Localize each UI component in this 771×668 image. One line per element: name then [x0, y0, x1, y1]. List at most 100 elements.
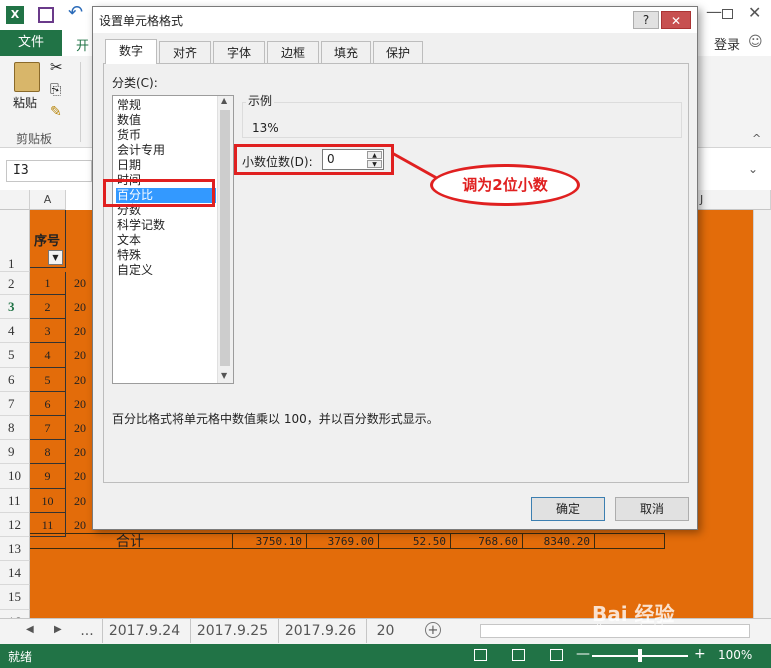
row-header[interactable]: 5 — [0, 343, 30, 368]
scroll-thumb[interactable] — [220, 110, 230, 366]
tab-2[interactable]: 字体 — [213, 41, 265, 64]
sheet-tab-partial[interactable]: 20 — [366, 619, 404, 643]
total-cell-1[interactable]: 3750.10 — [232, 534, 307, 549]
ok-button[interactable]: 确定 — [531, 497, 605, 521]
total-cell-2[interactable]: 3769.00 — [307, 534, 379, 549]
paste-button[interactable]: 粘贴 — [13, 94, 37, 111]
partial-date-cell[interactable]: 20 — [74, 513, 86, 537]
seq-cell[interactable]: 3 — [30, 319, 66, 344]
seq-cell[interactable]: 9 — [30, 464, 66, 489]
category-item[interactable]: 文本 — [116, 233, 216, 248]
cut-icon[interactable]: ✂ — [50, 58, 63, 76]
sheet-tab-2017-9-26[interactable]: 2017.9.26 — [278, 619, 362, 643]
row-header[interactable]: 4 — [0, 319, 30, 344]
seq-header-cell[interactable]: 序号 ▼ — [30, 210, 66, 268]
total-cell-3[interactable]: 52.50 — [379, 534, 451, 549]
partial-date-cell[interactable]: 20 — [74, 319, 86, 343]
page-layout-icon[interactable] — [512, 649, 525, 661]
category-scrollbar[interactable]: ▲ ▼ — [217, 96, 233, 383]
normal-view-icon[interactable] — [474, 649, 487, 661]
row-header[interactable]: 7 — [0, 391, 30, 416]
next-sheet-icon[interactable]: ▶ — [54, 624, 62, 635]
seq-cell[interactable]: 5 — [30, 367, 66, 392]
file-tab[interactable]: 文件 — [0, 30, 62, 56]
scroll-down-icon[interactable]: ▼ — [221, 371, 227, 380]
tab-3[interactable]: 边框 — [267, 41, 319, 64]
cancel-button[interactable]: 取消 — [615, 497, 689, 521]
category-item[interactable]: 科学记数 — [116, 218, 216, 233]
partial-date-cell[interactable]: 20 — [74, 416, 86, 440]
category-item[interactable]: 常规 — [116, 98, 216, 113]
row-header[interactable]: 10 — [0, 464, 30, 489]
category-item[interactable]: 会计专用 — [116, 143, 216, 158]
close-icon[interactable]: ✕ — [748, 3, 761, 22]
add-sheet-icon[interactable]: + — [425, 622, 441, 638]
category-list[interactable]: 常规 数值 货币 会计专用 日期 时间 百分比 分数 科学记数 文本 特殊 自定义 ▲ ▼ — [112, 95, 234, 384]
row-header[interactable]: 6 — [0, 367, 30, 392]
column-header-a[interactable]: A — [30, 190, 66, 210]
maximize-icon[interactable] — [722, 9, 733, 19]
name-box[interactable]: I3 — [6, 160, 92, 182]
row-header[interactable]: 14 — [0, 561, 30, 586]
category-item[interactable]: 数值 — [116, 113, 216, 128]
total-cell-6[interactable] — [595, 534, 665, 549]
sheet-tab-more[interactable]: ... — [76, 619, 98, 643]
seq-cell[interactable]: 2 — [30, 295, 66, 320]
row-header[interactable]: 13 — [0, 537, 30, 562]
category-item[interactable]: 货币 — [116, 128, 216, 143]
vertical-scrollbar[interactable] — [753, 210, 771, 618]
row-header[interactable]: 11 — [0, 488, 30, 513]
save-icon[interactable] — [38, 7, 54, 23]
row-header[interactable]: 2 — [0, 272, 30, 295]
seq-cell[interactable]: 1 — [30, 272, 66, 295]
category-item[interactable]: 自定义 — [116, 263, 216, 278]
zoom-out-icon[interactable]: — — [576, 646, 590, 662]
zoom-slider-thumb[interactable] — [638, 649, 642, 662]
total-cell-4[interactable]: 768.60 — [451, 534, 523, 549]
prev-sheet-icon[interactable]: ◀ — [26, 624, 34, 635]
tab-5[interactable]: 保护 — [373, 41, 423, 64]
seq-cell[interactable]: 10 — [30, 488, 66, 513]
help-button[interactable]: ? — [633, 11, 659, 29]
partial-date-cell[interactable]: 20 — [74, 489, 86, 513]
sheet-tab-2017-9-24[interactable]: 2017.9.24 — [102, 619, 186, 643]
row-header[interactable]: 3 — [0, 295, 30, 320]
row-header[interactable]: 15 — [0, 585, 30, 610]
paste-icon[interactable] — [14, 62, 40, 92]
dialog-close-button[interactable]: ✕ — [661, 11, 691, 29]
ribbon-collapse-icon[interactable]: ^ — [752, 132, 761, 145]
tab-1[interactable]: 对齐 — [159, 41, 211, 64]
partial-date-cell[interactable]: 20 — [74, 343, 86, 367]
tab-4[interactable]: 填充 — [321, 41, 371, 64]
row-header[interactable]: 9 — [0, 440, 30, 465]
seq-cell[interactable]: 4 — [30, 343, 66, 368]
copy-icon[interactable]: ⎘ — [50, 82, 61, 98]
page-break-icon[interactable] — [550, 649, 563, 661]
partial-date-cell[interactable]: 20 — [74, 464, 86, 488]
column-header-j[interactable]: J — [698, 190, 771, 210]
partial-date-cell[interactable]: 20 — [74, 295, 86, 319]
seq-cell[interactable]: 7 — [30, 416, 66, 441]
category-item[interactable]: 特殊 — [116, 248, 216, 263]
row-header[interactable]: 1 — [0, 210, 30, 272]
formula-expand-icon[interactable]: ⌄ — [748, 162, 758, 176]
zoom-in-icon[interactable]: + — [694, 646, 706, 662]
column-header-select-all[interactable] — [0, 190, 30, 210]
seq-cell[interactable]: 8 — [30, 440, 66, 465]
row-header[interactable]: 8 — [0, 416, 30, 441]
zoom-level[interactable]: 100% — [718, 648, 752, 662]
minimize-icon[interactable]: — — [706, 2, 722, 21]
row-header[interactable]: 12 — [0, 512, 30, 537]
category-item[interactable]: 日期 — [116, 158, 216, 173]
filter-dropdown-icon[interactable]: ▼ — [48, 250, 63, 265]
partial-date-cell[interactable]: 20 — [74, 440, 86, 464]
total-cell-5[interactable]: 8340.20 — [523, 534, 595, 549]
login-link[interactable]: 登录 — [714, 34, 740, 53]
format-painter-icon[interactable]: ✎ — [50, 104, 62, 120]
tab-0[interactable]: 数字 — [105, 39, 157, 64]
undo-icon[interactable]: ↶ — [68, 2, 83, 23]
seq-cell[interactable]: 11 — [30, 512, 66, 537]
seq-cell[interactable]: 6 — [30, 391, 66, 416]
partial-date-cell[interactable]: 20 — [74, 272, 86, 295]
partial-date-cell[interactable]: 20 — [74, 368, 86, 392]
